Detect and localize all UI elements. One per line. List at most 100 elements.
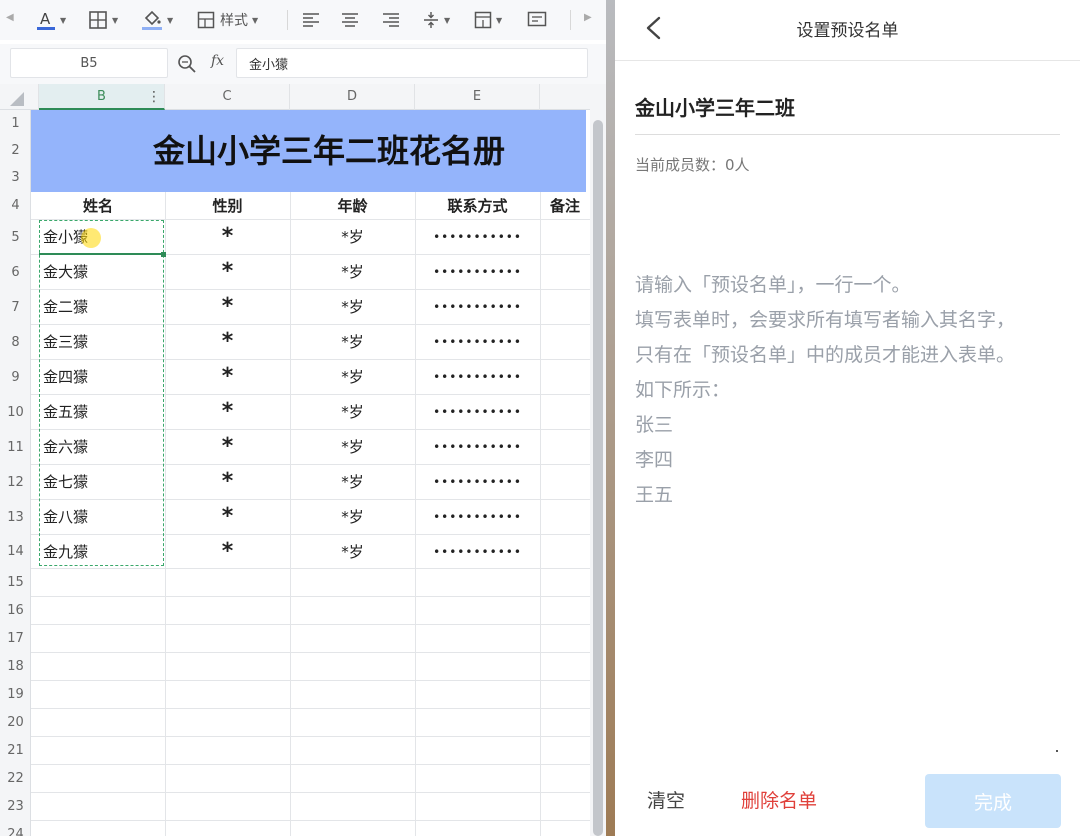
cell-contact[interactable]: •••••••••••: [415, 325, 540, 359]
sheet-title[interactable]: 金山小学三年二班花名册: [31, 110, 586, 192]
align-right-button[interactable]: [382, 8, 400, 32]
row-header-18[interactable]: 18: [0, 653, 31, 681]
chevron-down-icon: ▼: [444, 15, 451, 25]
row-header-11[interactable]: 11: [0, 430, 31, 465]
cell-age[interactable]: *岁: [290, 395, 415, 429]
row-header-2[interactable]: 2: [0, 137, 31, 164]
cell-gender[interactable]: *: [165, 290, 290, 324]
header-cell-contact[interactable]: 联系方式: [415, 192, 540, 220]
placeholder-line: 填写表单时，会要求所有填写者输入其名字，: [635, 309, 1016, 331]
cell-contact[interactable]: •••••••••••: [415, 360, 540, 394]
done-button[interactable]: 完成: [925, 774, 1061, 828]
row-header-6[interactable]: 6: [0, 255, 31, 290]
column-header-f[interactable]: [540, 84, 590, 110]
toolbar-scroll-right-icon[interactable]: ▶: [584, 12, 592, 23]
row-header-14[interactable]: 14: [0, 535, 31, 569]
cell-gender[interactable]: *: [165, 535, 290, 569]
row-header-5[interactable]: 5: [0, 220, 31, 255]
header-cell-note[interactable]: 备注: [540, 192, 590, 220]
cell-gender[interactable]: *: [165, 360, 290, 394]
cell-age[interactable]: *岁: [290, 500, 415, 534]
row-header-21[interactable]: 21: [0, 737, 31, 765]
cell-gender[interactable]: *: [165, 220, 290, 254]
row-header-12[interactable]: 12: [0, 465, 31, 500]
roster-input[interactable]: 请输入「预设名单」，一行一个。 填写表单时，会要求所有填写者输入其名字， 只有在「预…: [635, 198, 1065, 738]
chevron-down-icon: ▼: [252, 15, 259, 25]
row-header-8[interactable]: 8: [0, 325, 31, 360]
cell-contact[interactable]: •••••••••••: [415, 220, 540, 254]
clear-button[interactable]: 清空: [647, 786, 685, 813]
delete-list-button[interactable]: 删除名单: [741, 786, 817, 813]
cell-contact[interactable]: •••••••••••: [415, 465, 540, 499]
column-menu-icon[interactable]: ⋮: [147, 87, 161, 107]
cell-age[interactable]: *岁: [290, 290, 415, 324]
cell-contact[interactable]: •••••••••••: [415, 255, 540, 289]
cell-gender[interactable]: *: [165, 255, 290, 289]
row-header-17[interactable]: 17: [0, 625, 31, 653]
zoom-icon[interactable]: [177, 54, 197, 74]
row-header-22[interactable]: 22: [0, 765, 31, 793]
fill-color-button[interactable]: ▼: [141, 8, 173, 32]
align-center-icon: [342, 13, 358, 27]
function-icon[interactable]: fx: [211, 53, 224, 69]
cell-age[interactable]: *岁: [290, 325, 415, 359]
header-cell-age[interactable]: 年龄: [290, 192, 415, 220]
row-header-9[interactable]: 9: [0, 360, 31, 395]
select-all-triangle-icon: [10, 92, 24, 106]
cell-contact[interactable]: •••••••••••: [415, 535, 540, 569]
column-header-c[interactable]: C: [165, 84, 290, 110]
column-header-e[interactable]: E: [415, 84, 540, 110]
row-header-4[interactable]: 4: [0, 192, 31, 220]
toolbar-scroll-left-icon[interactable]: ◀: [6, 12, 14, 23]
chevron-down-icon: ▼: [60, 15, 67, 25]
cell-contact[interactable]: •••••••••••: [415, 395, 540, 429]
font-color-button[interactable]: A ▼: [36, 8, 66, 32]
active-cell-indicator: [39, 220, 164, 255]
cell-age[interactable]: *岁: [290, 360, 415, 394]
formula-input[interactable]: 金小獴: [236, 48, 588, 78]
grid-line: [31, 624, 590, 625]
member-count: 当前成员数：0人: [635, 156, 750, 174]
row-header-19[interactable]: 19: [0, 681, 31, 709]
cell-gender[interactable]: *: [165, 325, 290, 359]
column-header-d[interactable]: D: [290, 84, 415, 110]
cell-gender[interactable]: *: [165, 430, 290, 464]
row-header-20[interactable]: 20: [0, 709, 31, 737]
cell-gender[interactable]: *: [165, 500, 290, 534]
align-left-button[interactable]: [302, 8, 320, 32]
style-button[interactable]: 样式 ▼: [197, 8, 258, 32]
cell-age[interactable]: *岁: [290, 535, 415, 569]
placeholder-line: 如下所示：: [635, 379, 731, 401]
vertical-scrollbar[interactable]: [590, 84, 606, 836]
cell-age[interactable]: *岁: [290, 430, 415, 464]
grid-line: [31, 764, 590, 765]
border-button[interactable]: ▼: [88, 8, 118, 32]
row-header-3[interactable]: 3: [0, 164, 31, 192]
cell-reference-box[interactable]: B5: [10, 48, 168, 78]
row-header-7[interactable]: 7: [0, 290, 31, 325]
fill-handle[interactable]: [161, 252, 166, 257]
cell-contact[interactable]: •••••••••••: [415, 290, 540, 324]
row-header-24[interactable]: 24: [0, 821, 31, 836]
wrap-text-button[interactable]: [527, 8, 547, 32]
row-header-23[interactable]: 23: [0, 793, 31, 821]
row-header-10[interactable]: 10: [0, 395, 31, 430]
header-cell-name[interactable]: 姓名: [31, 192, 165, 220]
cell-age[interactable]: *岁: [290, 220, 415, 254]
header-cell-gender[interactable]: 性别: [165, 192, 290, 220]
cell-gender[interactable]: *: [165, 465, 290, 499]
cell-age[interactable]: *岁: [290, 255, 415, 289]
scrollbar-thumb[interactable]: [593, 120, 603, 836]
vertical-align-button[interactable]: ▼: [422, 8, 450, 32]
cell-contact[interactable]: •••••••••••: [415, 500, 540, 534]
cell-contact[interactable]: •••••••••••: [415, 430, 540, 464]
align-center-button[interactable]: [341, 8, 359, 32]
cell-gender[interactable]: *: [165, 395, 290, 429]
merge-cells-button[interactable]: ▼: [474, 8, 502, 32]
row-header-13[interactable]: 13: [0, 500, 31, 535]
row-header-16[interactable]: 16: [0, 597, 31, 625]
row-header-1[interactable]: 1: [0, 110, 31, 137]
cell-age[interactable]: *岁: [290, 465, 415, 499]
stray-dot: [1056, 750, 1058, 752]
row-header-15[interactable]: 15: [0, 569, 31, 597]
